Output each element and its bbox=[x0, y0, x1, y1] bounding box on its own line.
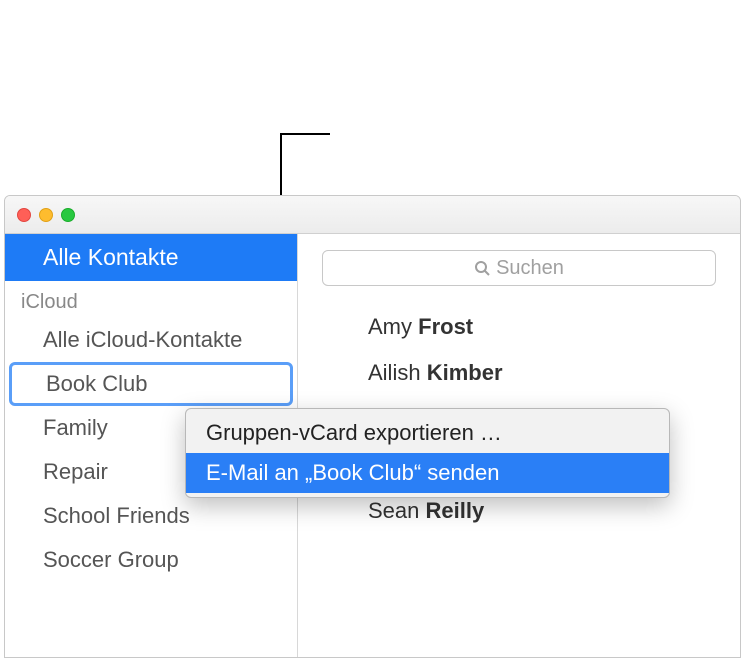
search-wrap: Suchen bbox=[298, 250, 740, 304]
search-icon bbox=[474, 260, 490, 276]
search-placeholder: Suchen bbox=[496, 257, 564, 280]
contact-list-item[interactable]: Ailish Kimber bbox=[368, 350, 716, 396]
context-menu-item[interactable]: Gruppen-vCard exportieren … bbox=[186, 413, 669, 453]
window-titlebar bbox=[5, 196, 740, 234]
contact-first-name: Sean bbox=[368, 498, 419, 523]
context-menu: Gruppen-vCard exportieren …E-Mail an „Bo… bbox=[185, 408, 670, 498]
close-icon[interactable] bbox=[17, 208, 31, 222]
sidebar-header[interactable]: Alle Kontakte bbox=[5, 234, 297, 281]
sidebar-item-school-friends[interactable]: School Friends bbox=[5, 494, 297, 538]
callout-line-horizontal bbox=[280, 133, 330, 135]
contact-last-name: Kimber bbox=[427, 360, 503, 385]
contact-last-name: Reilly bbox=[426, 498, 485, 523]
context-menu-item[interactable]: E-Mail an „Book Club“ senden bbox=[186, 453, 669, 493]
search-input[interactable]: Suchen bbox=[322, 250, 716, 286]
contact-last-name: Frost bbox=[418, 314, 473, 339]
sidebar-section-label: iCloud bbox=[5, 281, 297, 318]
contact-list-item[interactable]: Amy Frost bbox=[368, 304, 716, 350]
sidebar-item-alle-icloud-kontakte[interactable]: Alle iCloud-Kontakte bbox=[5, 318, 297, 362]
contact-first-name: Ailish bbox=[368, 360, 421, 385]
minimize-icon[interactable] bbox=[39, 208, 53, 222]
sidebar-item-book-club[interactable]: Book Club bbox=[9, 362, 293, 406]
sidebar-item-soccer-group[interactable]: Soccer Group bbox=[5, 538, 297, 582]
maximize-icon[interactable] bbox=[61, 208, 75, 222]
contact-first-name: Amy bbox=[368, 314, 412, 339]
contacts-window: Alle Kontakte iCloud Alle iCloud-Kontakt… bbox=[4, 195, 741, 658]
